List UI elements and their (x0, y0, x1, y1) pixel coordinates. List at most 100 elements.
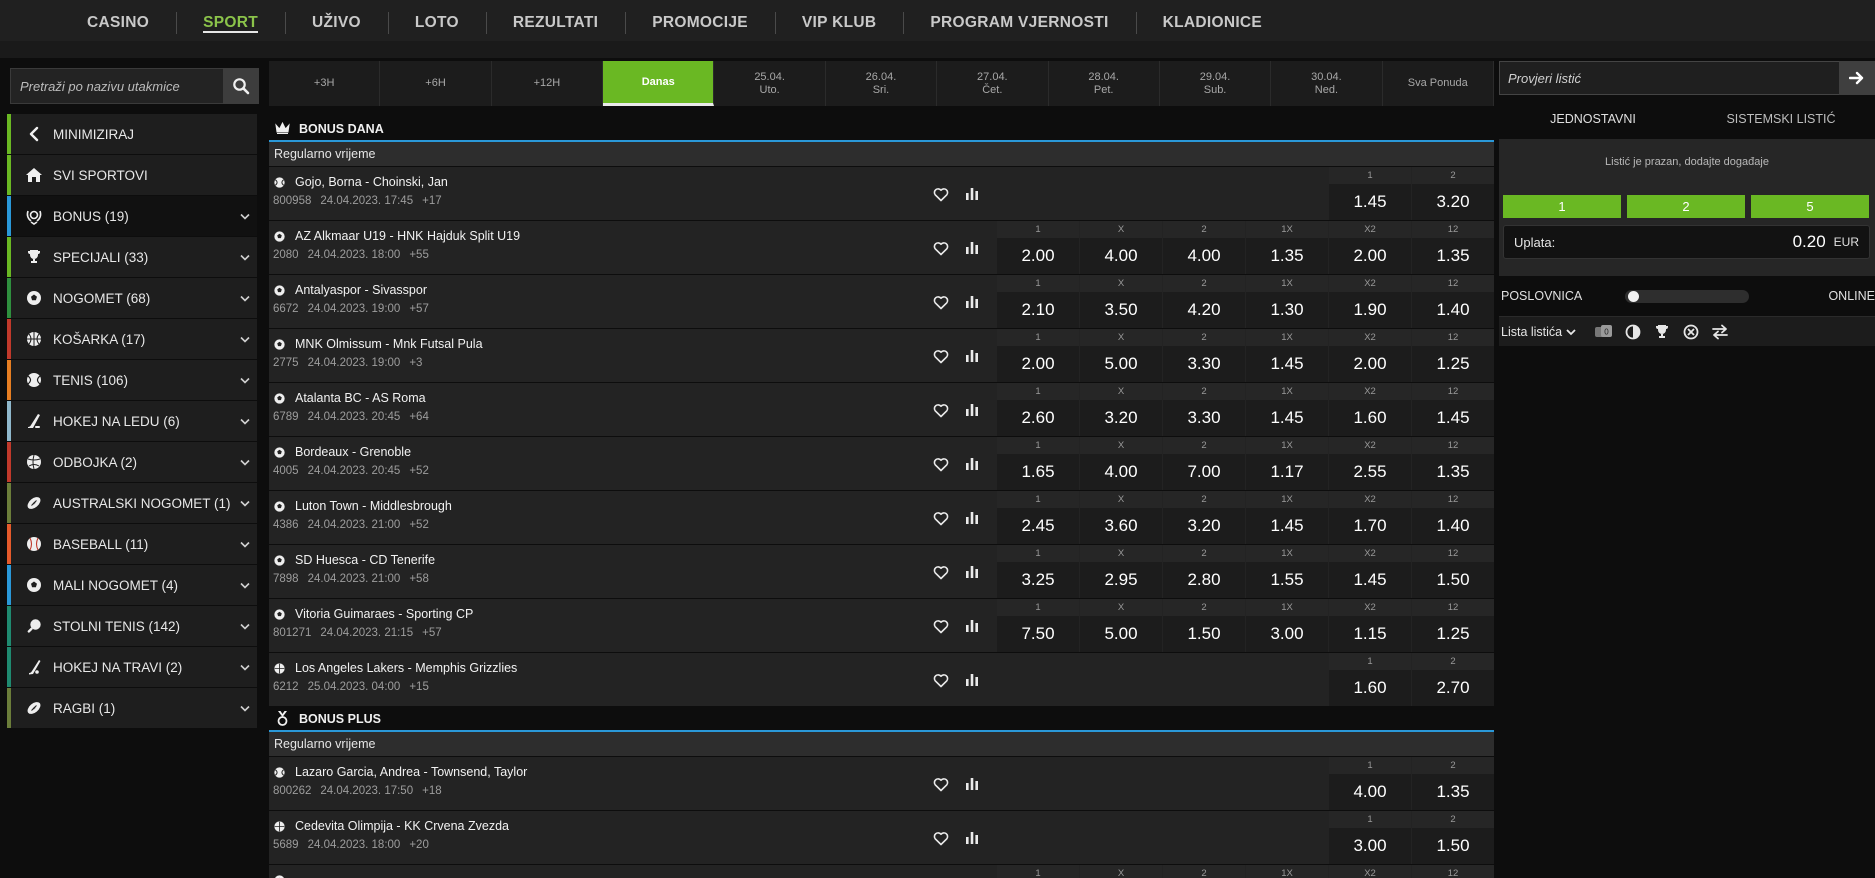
stats-bar-icon[interactable] (966, 619, 978, 632)
more-markets-count[interactable]: +55 (409, 247, 429, 263)
nav-item-sport[interactable]: SPORT (176, 0, 285, 41)
odd-button[interactable]: 1X 1.55 (1246, 545, 1328, 598)
date-tab[interactable]: 30.04. Ned. (1271, 61, 1383, 106)
nav-item-vip-klub[interactable]: VIP KLUB (774, 0, 903, 41)
stats-bar-icon[interactable] (966, 349, 978, 362)
odd-button[interactable]: 1 3.25 (997, 545, 1079, 598)
stats-bar-icon[interactable] (966, 457, 978, 470)
odd-button[interactable]: 1X (1246, 865, 1328, 878)
chevron-down-icon[interactable] (233, 411, 257, 431)
match-info[interactable]: Cedevita Olimpija - KK Crvena Zvezda 5689… (273, 817, 923, 853)
odd-button[interactable]: 12 (1412, 865, 1494, 878)
odd-button[interactable]: X 5.00 (1080, 329, 1162, 382)
more-markets-count[interactable]: +57 (422, 625, 442, 641)
odd-button[interactable]: X2 1.70 (1329, 491, 1411, 544)
sidebar-item-sport[interactable]: BONUS (19) (7, 196, 257, 236)
more-markets-count[interactable]: +52 (409, 463, 429, 479)
date-tab[interactable]: +6H (380, 61, 492, 106)
nav-item-rezultati[interactable]: REZULTATI (485, 0, 625, 41)
chevron-down-icon[interactable] (233, 370, 257, 390)
heart-icon[interactable] (933, 831, 949, 846)
sidebar-item-sport[interactable]: NOGOMET (68) (7, 278, 257, 318)
trophy-icon[interactable] (1652, 323, 1672, 341)
odd-button[interactable]: X (1080, 865, 1162, 878)
tab-system[interactable]: SISTEMSKI LISTIĆ (1687, 99, 1875, 139)
odd-button[interactable]: 1 7.50 (997, 599, 1079, 652)
chevron-down-icon[interactable] (233, 657, 257, 677)
odd-button[interactable]: X2 1.15 (1329, 599, 1411, 652)
more-markets-count[interactable]: +57 (409, 301, 429, 317)
heart-icon[interactable] (933, 295, 949, 310)
odd-button[interactable]: 2 1.50 (1163, 599, 1245, 652)
odd-button[interactable]: X 4.00 (1080, 221, 1162, 274)
sidebar-item-sport[interactable]: MALI NOGOMET (4) (7, 565, 257, 605)
odd-button[interactable]: 1 (997, 865, 1079, 878)
stats-bar-icon[interactable] (966, 241, 978, 254)
odd-button[interactable]: 1 1.45 (1329, 167, 1411, 220)
odd-button[interactable]: 1X 1.35 (1246, 221, 1328, 274)
odd-button[interactable]: 2 3.30 (1163, 329, 1245, 382)
odd-button[interactable]: 12 1.50 (1412, 545, 1494, 598)
match-info[interactable]: Luton Town - Middlesbrough 4386 24.04.2023… (273, 497, 923, 533)
chevron-down-icon[interactable] (233, 329, 257, 349)
stake-field[interactable]: Uplata: 0.20 EUR (1503, 225, 1870, 259)
odd-button[interactable]: 2 (1163, 865, 1245, 878)
date-tab[interactable]: 29.04. Sub. (1160, 61, 1272, 106)
odd-button[interactable]: 12 1.25 (1412, 329, 1494, 382)
heart-icon[interactable] (933, 619, 949, 634)
odd-button[interactable]: 12 1.35 (1412, 437, 1494, 490)
odd-button[interactable]: 2 2.70 (1412, 653, 1494, 706)
nav-item-loto[interactable]: LOTO (387, 0, 486, 41)
match-search-input[interactable] (10, 68, 223, 104)
odd-button[interactable]: 2 4.20 (1163, 275, 1245, 328)
stats-bar-icon[interactable] (966, 403, 978, 416)
sidebar-item-sport[interactable]: SPECIJALI (33) (7, 237, 257, 277)
more-markets-count[interactable]: +64 (409, 409, 429, 425)
odd-button[interactable]: 1X 1.45 (1246, 491, 1328, 544)
stats-bar-icon[interactable] (966, 831, 978, 844)
odd-button[interactable]: X2 1.60 (1329, 383, 1411, 436)
heart-icon[interactable] (933, 457, 949, 472)
sidebar-item-sport[interactable]: HOKEJ NA LEDU (6) (7, 401, 257, 441)
heart-icon[interactable] (933, 187, 949, 202)
odd-button[interactable]: X2 2.00 (1329, 329, 1411, 382)
odd-button[interactable]: 12 1.25 (1412, 599, 1494, 652)
chevron-down-icon[interactable] (233, 452, 257, 472)
more-markets-count[interactable]: +20 (409, 837, 429, 853)
match-info[interactable]: Antalyaspor - Sivasspor 6672 24.04.2023. 1… (273, 281, 923, 317)
cancelled-filter-icon[interactable] (1681, 323, 1701, 341)
sidebar-item-sport[interactable]: KOŠARKA (17) (7, 319, 257, 359)
chevron-down-icon[interactable] (233, 698, 257, 718)
nav-item-program-vjernosti[interactable]: PROGRAM VJERNOSTI (903, 0, 1135, 41)
odd-button[interactable]: 1 1.65 (997, 437, 1079, 490)
odd-button[interactable]: 1 3.00 (1329, 811, 1411, 864)
heart-icon[interactable] (933, 673, 949, 688)
minimize-button[interactable]: MINIMIZIRAJ (7, 114, 257, 154)
date-tab[interactable]: 25.04. Uto. (714, 61, 826, 106)
odd-button[interactable]: X 2.95 (1080, 545, 1162, 598)
odd-button[interactable]: X 5.00 (1080, 599, 1162, 652)
odd-button[interactable]: 2 4.00 (1163, 221, 1245, 274)
odd-button[interactable]: 1X 3.00 (1246, 599, 1328, 652)
date-tab[interactable]: 27.04. Čet. (937, 61, 1049, 106)
match-info[interactable]: Lazaro Garcia, Andrea - Townsend, Taylor… (273, 763, 923, 799)
match-info[interactable]: MNK Olmissum - Mnk Futsal Pula 2775 24.04.… (273, 335, 923, 371)
date-tab[interactable]: +12H (492, 61, 604, 106)
more-markets-count[interactable]: +15 (409, 679, 429, 695)
sidebar-item-sport[interactable]: HOKEJ NA TRAVI (2) (7, 647, 257, 687)
odd-button[interactable]: 1 2.00 (997, 221, 1079, 274)
odd-button[interactable]: X2 1.45 (1329, 545, 1411, 598)
nav-item-promocije[interactable]: PROMOCIJE (625, 0, 775, 41)
odd-button[interactable]: 1 2.45 (997, 491, 1079, 544)
chevron-down-icon[interactable] (233, 575, 257, 595)
ticket-check-input[interactable] (1499, 61, 1839, 95)
odd-button[interactable]: X2 2.00 (1329, 221, 1411, 274)
sidebar-item-sport[interactable]: BASEBALL (11) (7, 524, 257, 564)
match-info[interactable]: Los Angeles Lakers - Memphis Grizzlies 62… (273, 659, 923, 695)
sidebar-item-sport[interactable]: AUSTRALSKI NOGOMET (1) (7, 483, 257, 523)
odd-button[interactable]: 1 2.00 (997, 329, 1079, 382)
quick-stake-button[interactable]: 2 (1627, 195, 1745, 218)
match-info[interactable]: AZ Alkmaar U19 - HNK Hajduk Split U19 208… (273, 227, 923, 263)
stats-bar-icon[interactable] (966, 295, 978, 308)
sidebar-item-sport[interactable]: RAGBI (1) (7, 688, 257, 728)
